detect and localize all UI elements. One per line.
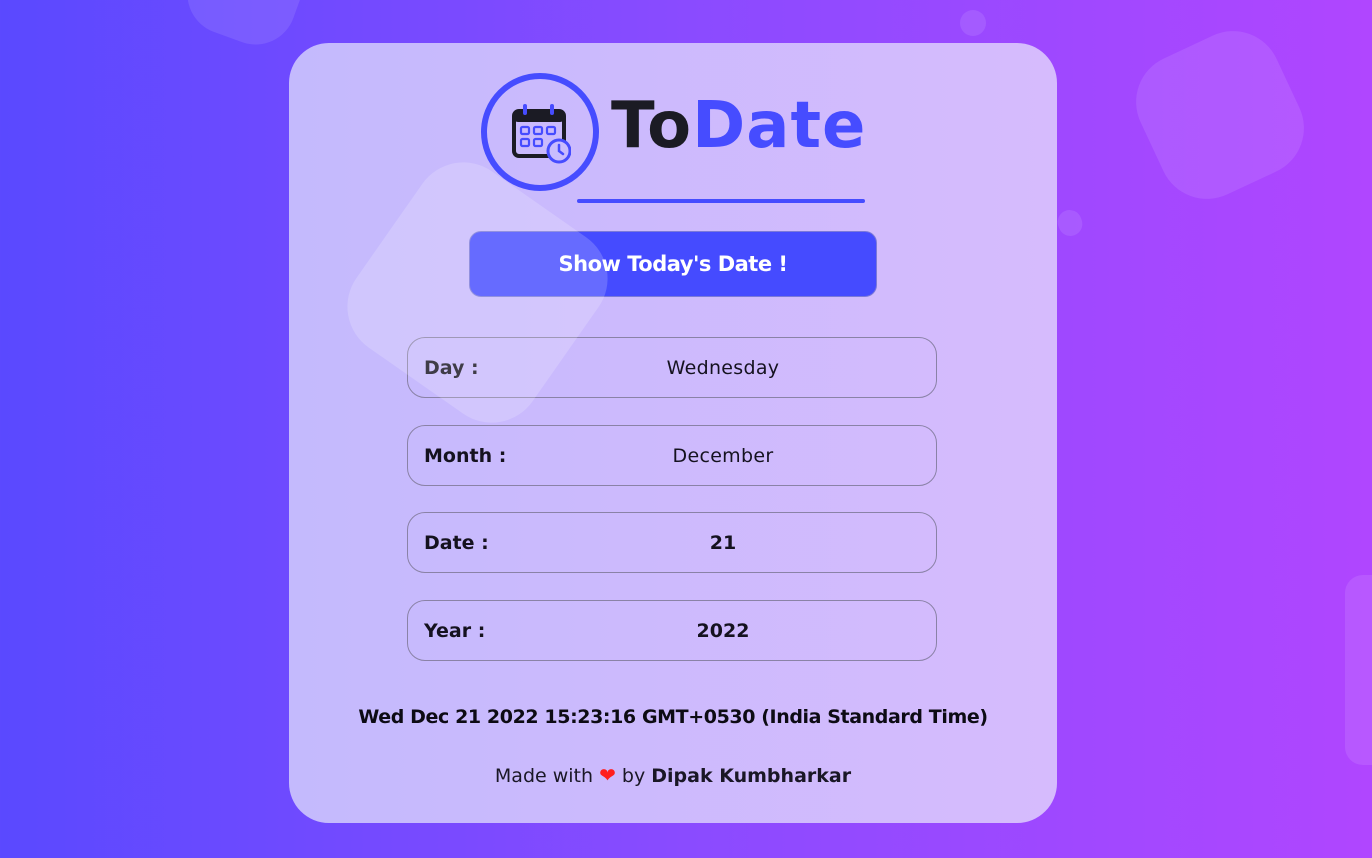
year-field: Year : 2022 <box>407 600 937 661</box>
month-field: Month : December <box>407 425 937 486</box>
date-label: Date : <box>424 532 489 554</box>
year-label: Year : <box>424 620 486 642</box>
month-value: December <box>672 445 774 467</box>
footer-author: Dipak Kumbharkar <box>651 765 852 787</box>
app-title-to: To <box>611 89 693 163</box>
day-value: Wednesday <box>666 357 780 379</box>
footer: Made with ❤ by Dipak Kumbharkar <box>289 763 1057 787</box>
background-shape <box>1054 206 1086 240</box>
app-title: ToDate <box>611 83 866 169</box>
month-label: Month : <box>424 445 507 467</box>
footer-by: by <box>621 765 646 787</box>
logo-circle <box>481 73 599 191</box>
date-value: 21 <box>709 532 737 554</box>
logo-underline <box>577 199 865 203</box>
year-value: 2022 <box>696 620 750 642</box>
heart-icon: ❤ <box>599 763 616 787</box>
main-card: ToDate Show Today's Date ! Day : Wednesd… <box>289 43 1057 823</box>
app-title-date: Date <box>692 89 867 163</box>
date-field: Date : 21 <box>407 512 937 573</box>
background-shape <box>1120 15 1320 215</box>
background-shape <box>960 10 986 36</box>
background-shape <box>1345 575 1372 765</box>
app-logo: ToDate <box>481 73 871 203</box>
full-date-string: Wed Dec 21 2022 15:23:16 GMT+0530 (India… <box>358 706 988 728</box>
footer-made-with: Made with <box>494 765 594 787</box>
